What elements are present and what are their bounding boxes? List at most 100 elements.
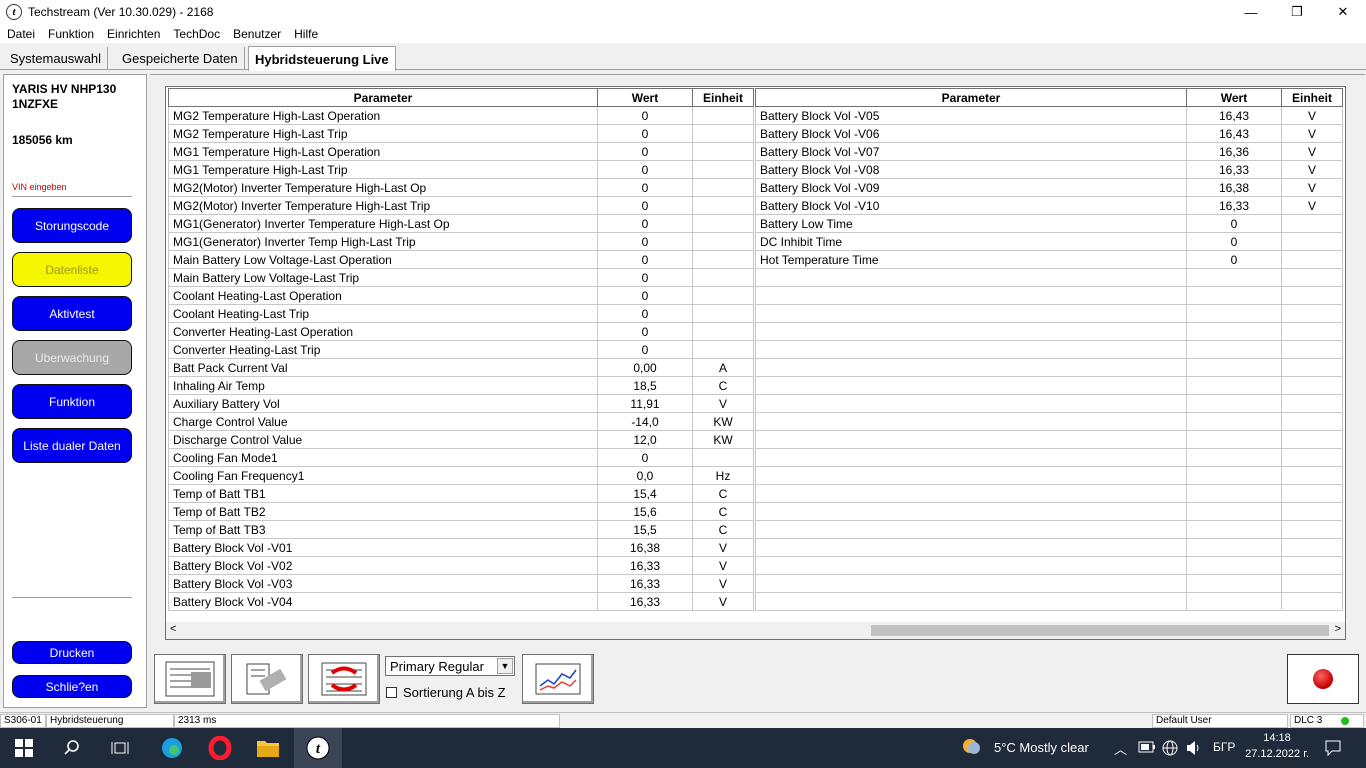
list-group-button[interactable] (154, 654, 226, 704)
table-row[interactable]: Battery Block Vol -V08 16,33 V (755, 160, 1343, 179)
clock-time[interactable]: 14:18 (1244, 732, 1310, 744)
weather-text[interactable]: 5°C Mostly clear (994, 740, 1089, 755)
table-row[interactable]: Coolant Heating-Last Trip 0 (168, 304, 754, 323)
uberwachung-button[interactable]: Uberwachung (12, 340, 132, 375)
liste-dualer-daten-button[interactable]: Liste dualer Daten (12, 428, 132, 463)
table-row[interactable] (755, 322, 1343, 341)
table-row[interactable]: Inhaling Air Temp 18,5 C (168, 376, 754, 395)
schliessen-button[interactable]: Schlie?en (12, 675, 132, 698)
scroll-right-arrow-icon[interactable]: > (1335, 623, 1341, 635)
table-row[interactable]: MG1(Generator) Inverter Temp High-Last T… (168, 232, 754, 251)
table-row[interactable]: MG1 Temperature High-Last Operation 0 (168, 142, 754, 161)
table-row[interactable]: Battery Block Vol -V02 16,33 V (168, 556, 754, 575)
edge-browser-button[interactable] (148, 728, 196, 768)
table-row[interactable]: Temp of Batt TB3 15,5 C (168, 520, 754, 539)
table-row[interactable] (755, 520, 1343, 539)
table-row[interactable]: MG2(Motor) Inverter Temperature High-Las… (168, 196, 754, 215)
input-language[interactable]: БГР (1213, 740, 1235, 754)
minimize-button[interactable]: — (1228, 0, 1274, 24)
horizontal-scrollbar[interactable]: < > (166, 622, 1345, 639)
menu-techdoc[interactable]: TechDoc (166, 27, 226, 41)
snapshot-button[interactable] (231, 654, 303, 704)
table-row[interactable]: Coolant Heating-Last Operation 0 (168, 286, 754, 305)
sort-checkbox[interactable] (386, 687, 397, 698)
table-row[interactable] (755, 286, 1343, 305)
header-value[interactable]: Wert (1186, 88, 1282, 107)
table-row[interactable]: Batt Pack Current Val 0,00 A (168, 358, 754, 377)
header-unit[interactable]: Einheit (692, 88, 754, 107)
table-row[interactable] (755, 412, 1343, 431)
table-row[interactable] (755, 340, 1343, 359)
table-row[interactable]: Temp of Batt TB2 15,6 C (168, 502, 754, 521)
table-row[interactable]: MG2 Temperature High-Last Trip 0 (168, 124, 754, 143)
search-button[interactable] (48, 728, 96, 768)
menu-einrichten[interactable]: Einrichten (100, 27, 166, 41)
table-row[interactable]: Battery Block Vol -V01 16,38 V (168, 538, 754, 557)
table-row[interactable]: MG2(Motor) Inverter Temperature High-Las… (168, 178, 754, 197)
storungscode-button[interactable]: Storungscode (12, 208, 132, 243)
table-row[interactable]: Battery Block Vol -V09 16,38 V (755, 178, 1343, 197)
task-view-button[interactable] (96, 728, 144, 768)
header-parameter[interactable]: Parameter (755, 88, 1187, 107)
table-row[interactable] (755, 448, 1343, 467)
table-row[interactable] (755, 394, 1343, 413)
table-row[interactable] (755, 466, 1343, 485)
table-row[interactable]: Auxiliary Battery Vol 11,91 V (168, 394, 754, 413)
table-row[interactable]: Main Battery Low Voltage-Last Trip 0 (168, 268, 754, 287)
table-row[interactable] (755, 556, 1343, 575)
scrollbar-thumb[interactable] (871, 625, 1329, 636)
opera-browser-button[interactable] (196, 728, 244, 768)
tab-hybridsteuerung-live[interactable]: Hybridsteuerung Live (248, 46, 396, 71)
table-row[interactable]: Charge Control Value -14,0 KW (168, 412, 754, 431)
table-row[interactable]: Main Battery Low Voltage-Last Operation 0 (168, 250, 754, 269)
menu-funktion[interactable]: Funktion (41, 27, 100, 41)
header-value[interactable]: Wert (597, 88, 693, 107)
vin-entry-link[interactable]: VIN eingeben (12, 182, 67, 192)
table-row[interactable]: MG1(Generator) Inverter Temperature High… (168, 214, 754, 233)
table-row[interactable]: Cooling Fan Frequency1 0,0 Hz (168, 466, 754, 485)
table-row[interactable] (755, 484, 1343, 503)
table-row[interactable]: Temp of Batt TB1 15,4 C (168, 484, 754, 503)
start-button[interactable] (0, 728, 48, 768)
tab-systemauswahl[interactable]: Systemauswahl (4, 47, 109, 70)
table-row[interactable]: Battery Block Vol -V04 16,33 V (168, 592, 754, 611)
table-row[interactable]: MG2 Temperature High-Last Operation 0 (168, 106, 754, 125)
sort-option[interactable]: Sortierung A bis Z (386, 685, 506, 700)
table-row[interactable] (755, 538, 1343, 557)
menu-hilfe[interactable]: Hilfe (287, 27, 324, 41)
table-row[interactable] (755, 304, 1343, 323)
maximize-button[interactable]: ❐ (1274, 0, 1320, 24)
table-row[interactable]: Discharge Control Value 12,0 KW (168, 430, 754, 449)
techstream-taskbar-button[interactable]: t (294, 728, 342, 768)
table-row[interactable]: Battery Block Vol -V05 16,43 V (755, 106, 1343, 125)
clock-date[interactable]: 27.12.2022 г. (1238, 748, 1316, 760)
header-unit[interactable]: Einheit (1281, 88, 1343, 107)
close-button[interactable]: ✕ (1320, 0, 1366, 24)
table-row[interactable] (755, 502, 1343, 521)
datenliste-button[interactable]: Datenliste (12, 252, 132, 287)
table-row[interactable]: Battery Block Vol -V10 16,33 V (755, 196, 1343, 215)
table-row[interactable]: Converter Heating-Last Operation 0 (168, 322, 754, 341)
display-mode-select[interactable]: Primary Regular ▼ (385, 656, 515, 676)
table-row[interactable]: Hot Temperature Time 0 (755, 250, 1343, 269)
menu-datei[interactable]: Datei (0, 27, 41, 41)
table-row[interactable] (755, 430, 1343, 449)
file-explorer-button[interactable] (244, 728, 292, 768)
table-row[interactable] (755, 592, 1343, 611)
table-row[interactable]: Battery Block Vol -V03 16,33 V (168, 574, 754, 593)
record-button[interactable] (1287, 654, 1359, 704)
aktivtest-button[interactable]: Aktivtest (12, 296, 132, 331)
table-row[interactable]: Cooling Fan Mode1 0 (168, 448, 754, 467)
table-row[interactable] (755, 358, 1343, 377)
table-row[interactable]: Battery Block Vol -V06 16,43 V (755, 124, 1343, 143)
table-row[interactable] (755, 574, 1343, 593)
menu-benutzer[interactable]: Benutzer (226, 27, 287, 41)
tab-gespeicherte-daten[interactable]: Gespeicherte Daten (116, 47, 245, 70)
refresh-list-button[interactable] (308, 654, 380, 704)
weather-icon[interactable] (961, 736, 985, 763)
header-parameter[interactable]: Parameter (168, 88, 598, 107)
drucken-button[interactable]: Drucken (12, 641, 132, 664)
table-row[interactable]: Battery Low Time 0 (755, 214, 1343, 233)
chevron-down-icon[interactable]: ▼ (497, 658, 513, 674)
graph-view-button[interactable] (522, 654, 594, 704)
